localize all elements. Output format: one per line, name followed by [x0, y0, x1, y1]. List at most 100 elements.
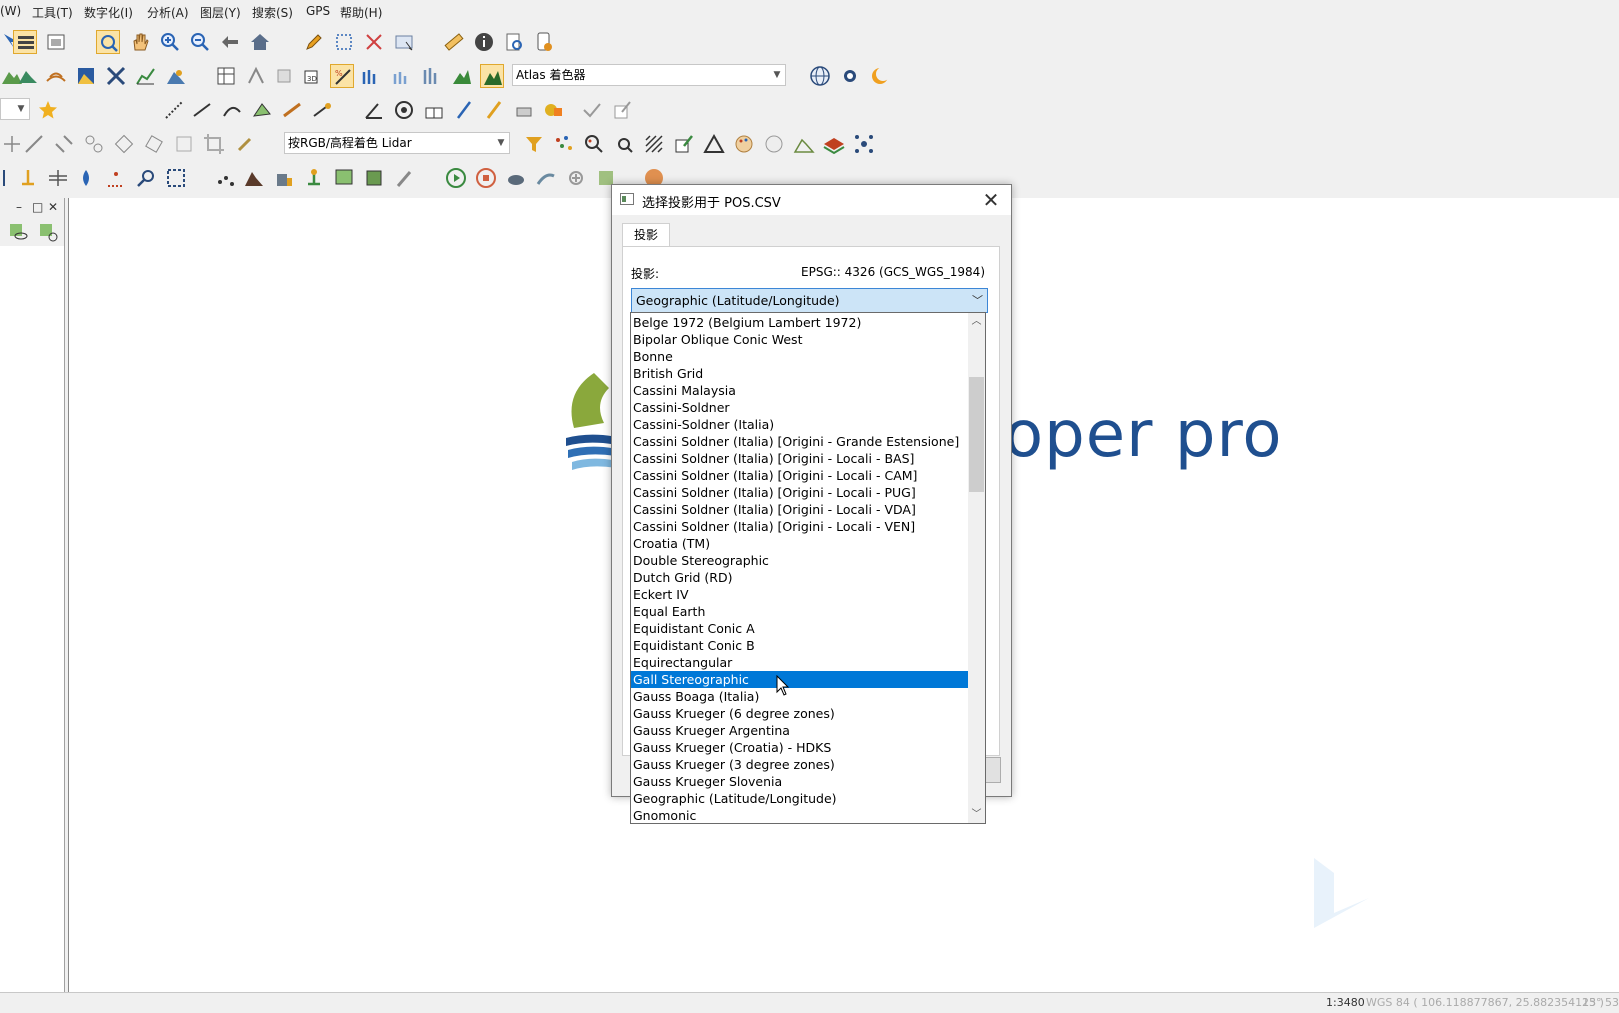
dropdown-option[interactable]: Dutch Grid (RD): [631, 569, 970, 586]
point-zoom-icon[interactable]: [612, 132, 636, 156]
dropdown-option[interactable]: Eckert IV: [631, 586, 970, 603]
mountain-icon[interactable]: [16, 64, 40, 88]
projection-select[interactable]: Geographic (Latitude/Longitude) ﹀: [631, 288, 988, 313]
dropdown-option[interactable]: Gnomonic: [631, 807, 970, 823]
back-arrow-icon[interactable]: [218, 30, 242, 54]
menu-layer[interactable]: 图层(Y): [200, 4, 241, 21]
check-icon[interactable]: [580, 98, 604, 122]
erase-icon[interactable]: [512, 98, 536, 122]
menu-gps[interactable]: GPS: [306, 4, 330, 18]
layer-control-icon[interactable]: [13, 30, 37, 54]
dropdown-option[interactable]: Gauss Boaga (Italia): [631, 688, 970, 705]
palette-icon[interactable]: [732, 132, 756, 156]
menu-window[interactable]: (W): [0, 4, 21, 18]
dropdown-option[interactable]: Equirectangular: [631, 654, 970, 671]
columns-icon[interactable]: [420, 64, 444, 88]
dropdown-option[interactable]: Cassini Soldner (Italia) [Origini - Loca…: [631, 450, 970, 467]
dropdown-option[interactable]: Gauss Krueger Argentina: [631, 722, 970, 739]
shapes-icon[interactable]: [542, 98, 566, 122]
home-icon[interactable]: [248, 30, 272, 54]
digitize-line-2-icon[interactable]: [190, 98, 214, 122]
viewshed-icon[interactable]: [164, 64, 188, 88]
scroll-up-icon[interactable]: ︿: [968, 313, 985, 330]
pen-tool-icon[interactable]: [452, 98, 476, 122]
rabbit-icon[interactable]: [534, 166, 558, 190]
atlas-shader-combo[interactable]: Atlas 着色器 ▼: [512, 64, 786, 86]
dropdown-option[interactable]: Equidistant Conic B: [631, 637, 970, 654]
dropdown-option[interactable]: Cassini-Soldner (Italia): [631, 416, 970, 433]
3d-view-icon[interactable]: 3D: [300, 64, 324, 88]
watershed-icon[interactable]: [480, 64, 504, 88]
dropdown-option[interactable]: Equal Earth: [631, 603, 970, 620]
peak-icon[interactable]: [450, 64, 474, 88]
shaded-relief-icon[interactable]: [74, 64, 98, 88]
scale-icon[interactable]: [172, 132, 196, 156]
menu-digitize[interactable]: 数字化(I): [84, 4, 133, 21]
layers-stack-icon[interactable]: [822, 132, 846, 156]
brush-tool-icon[interactable]: [392, 166, 416, 190]
edit-table-icon[interactable]: [672, 132, 696, 156]
search-doc-icon[interactable]: [502, 30, 526, 54]
close-icon[interactable]: ✕: [48, 200, 58, 214]
minimize-icon[interactable]: –: [16, 200, 22, 214]
surface-icon[interactable]: [792, 132, 816, 156]
dashed-frame-icon[interactable]: [164, 166, 188, 190]
grid-select-icon[interactable]: [272, 64, 296, 88]
measure-angle-icon[interactable]: [362, 98, 386, 122]
puzzle-icon[interactable]: [362, 166, 386, 190]
stop-icon[interactable]: [474, 166, 498, 190]
hill-icon[interactable]: [242, 166, 266, 190]
dropdown-option[interactable]: Bipolar Oblique Conic West: [631, 331, 970, 348]
point-search-icon[interactable]: [582, 132, 606, 156]
dropdown-option[interactable]: Equidistant Conic A: [631, 620, 970, 637]
dropdown-option[interactable]: Croatia (TM): [631, 535, 970, 552]
play-icon[interactable]: [444, 166, 468, 190]
grid-edit-icon[interactable]: [422, 98, 446, 122]
select-rect-icon[interactable]: [332, 30, 356, 54]
dropdown-option[interactable]: Cassini Soldner (Italia) [Origini - Loca…: [631, 501, 970, 518]
dropdown-option[interactable]: British Grid: [631, 365, 970, 382]
join-icon[interactable]: [82, 132, 106, 156]
brush-icon[interactable]: [482, 98, 506, 122]
scroll-thumb[interactable]: [969, 377, 984, 492]
lidar-color-combo[interactable]: 按RGB/高程着色 Lidar ▼: [284, 132, 510, 154]
digitize-point-icon[interactable]: [280, 98, 304, 122]
crop-icon[interactable]: [202, 132, 226, 156]
vertex-icon[interactable]: [0, 132, 24, 156]
path-icon[interactable]: [244, 64, 268, 88]
dropdown-option[interactable]: Cassini Soldner (Italia) [Origini - Loca…: [631, 518, 970, 535]
network-icon[interactable]: [852, 132, 876, 156]
moon-icon[interactable]: [868, 64, 892, 88]
dropdown-option[interactable]: Gauss Krueger (3 degree zones): [631, 756, 970, 773]
dropdown-option[interactable]: Belge 1972 (Belgium Lambert 1972): [631, 314, 970, 331]
contour-icon[interactable]: [44, 64, 68, 88]
feature-select-icon[interactable]: [392, 30, 416, 54]
projection-dropdown-list[interactable]: Belge 1972 (Belgium Lambert 1972) Bipolar…: [630, 312, 986, 824]
target-icon[interactable]: [392, 98, 416, 122]
dropdown-option[interactable]: Geographic (Latitude/Longitude): [631, 790, 970, 807]
menu-help[interactable]: 帮助(H): [340, 4, 382, 21]
palette-alt-icon[interactable]: [762, 132, 786, 156]
probe-icon[interactable]: [134, 166, 158, 190]
info-icon[interactable]: [472, 30, 496, 54]
marker-icon[interactable]: [302, 166, 326, 190]
clear-selection-icon[interactable]: [362, 30, 386, 54]
dropdown-option[interactable]: Cassini Soldner (Italia) [Origini - Loca…: [631, 467, 970, 484]
dropdown-option[interactable]: Gauss Krueger (Croatia) - HDKS: [631, 739, 970, 756]
ruler-icon[interactable]: [442, 30, 466, 54]
water-drain-icon[interactable]: [390, 64, 414, 88]
scroll-down-icon[interactable]: ﹀: [968, 806, 985, 823]
scatter-points-icon[interactable]: [214, 166, 238, 190]
building-icon[interactable]: [272, 166, 296, 190]
sun-settings-icon[interactable]: [838, 64, 862, 88]
menu-search[interactable]: 搜索(S): [252, 4, 293, 21]
small-combo[interactable]: ▼: [0, 98, 30, 120]
node-line-icon[interactable]: [22, 132, 46, 156]
dotted-line-icon[interactable]: [104, 166, 128, 190]
split-line-icon[interactable]: [52, 132, 76, 156]
dropdown-option[interactable]: Cassini Soldner (Italia) [Origini - Loca…: [631, 484, 970, 501]
show-layer-icon[interactable]: [6, 220, 30, 244]
pin-icon[interactable]: [16, 166, 40, 190]
digitize-curve-icon[interactable]: [220, 98, 244, 122]
dropdown-option[interactable]: Bonne: [631, 348, 970, 365]
